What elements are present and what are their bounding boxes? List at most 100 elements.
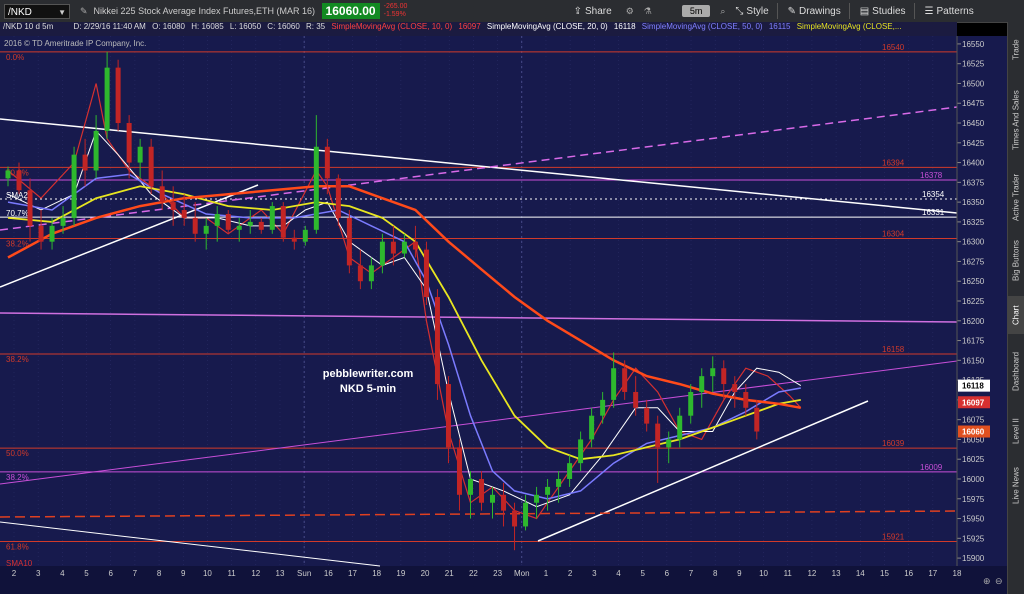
fib-price-label: 15921: [882, 532, 905, 541]
chart-label: /NKD 10 d 5m: [3, 22, 54, 31]
zoom-in-icon: ⊕: [983, 576, 991, 586]
candle-body: [203, 225, 209, 234]
time-tick-label: 13: [276, 569, 285, 578]
drawings-icon: ✎: [787, 5, 797, 17]
candle-body: [467, 478, 473, 495]
candle-body: [622, 368, 628, 392]
candle-body: [159, 186, 165, 203]
fib-price-label: 16378: [920, 171, 943, 180]
plot-background: [0, 36, 957, 566]
candle-body: [721, 368, 727, 385]
price-tag-label: 16060: [962, 428, 985, 437]
candle-body: [666, 439, 672, 448]
fib-level-label: 0.0%: [6, 53, 24, 62]
patterns-icon: ☰: [924, 5, 934, 17]
share-button[interactable]: ⇪ Share: [574, 6, 612, 17]
price-tick-label: 15950: [962, 515, 985, 524]
candle-body: [247, 221, 253, 226]
flask-icon[interactable]: ⚗: [644, 6, 652, 17]
price-tick-label: 16550: [962, 40, 985, 49]
candle-body: [291, 237, 297, 242]
price-tick-label: 15900: [962, 554, 985, 563]
sidebar-tab-active-trader[interactable]: Active Trader: [1008, 168, 1024, 226]
sma100-label: SimpleMovingAvg (CLOSE,...: [796, 22, 902, 31]
fib-level-label: 61.8%: [6, 542, 29, 551]
candle-body: [633, 391, 639, 408]
symbol-description: Nikkei 225 Stock Average Index Futures,E…: [93, 6, 315, 16]
patterns-button[interactable]: ☰ Patterns: [925, 6, 974, 17]
sidebar-tab-live-news[interactable]: Live News: [1008, 460, 1024, 512]
price-tick-label: 16225: [962, 297, 985, 306]
candle-body: [192, 217, 198, 234]
sidebar-tab-dashboard[interactable]: Dashboard: [1008, 340, 1024, 402]
price-tick-label: 16375: [962, 178, 985, 187]
bar-low: L: 16050: [229, 22, 262, 31]
time-tick-label: 16: [324, 569, 333, 578]
price-tag-label: 16118: [962, 382, 984, 391]
time-tick-label: 6: [665, 569, 670, 578]
sidebar-tab-big-buttons[interactable]: Big Buttons: [1008, 232, 1024, 290]
price-tick-label: 16425: [962, 139, 985, 148]
fib-price-label: 16394: [882, 158, 905, 167]
studies-label: Studies: [872, 5, 906, 17]
time-tick-label: 18: [372, 569, 381, 578]
link-icon[interactable]: ✎: [80, 6, 88, 17]
candle-body: [214, 213, 220, 226]
candle-body: [655, 423, 661, 448]
drawings-button[interactable]: ✎ Drawings: [788, 6, 841, 17]
candle-body: [390, 241, 396, 254]
time-tick-label: 19: [396, 569, 405, 578]
candle-body: [60, 217, 66, 226]
candle-body: [368, 265, 374, 282]
chevron-down-icon[interactable]: ▼: [58, 5, 66, 20]
settings-icon[interactable]: ⚙: [626, 6, 634, 17]
price-tick-label: 15975: [962, 495, 985, 504]
studies-button[interactable]: ▤ Studies: [860, 6, 906, 17]
candle-body: [379, 241, 385, 266]
sidebar-tab-times-and-sales[interactable]: Times And Sales: [1008, 78, 1024, 162]
price-tick-label: 16025: [962, 455, 985, 464]
sma10-label: SimpleMovingAvg (CLOSE, 10, 0): [331, 22, 453, 31]
candle-body: [479, 478, 484, 503]
candle-body: [313, 146, 319, 230]
price-tick-label: 16000: [962, 475, 985, 484]
sidebar-tab-trade[interactable]: Trade: [1008, 28, 1024, 72]
sidebar-tab-chart[interactable]: Chart: [1008, 296, 1024, 334]
timeframe-selector[interactable]: 5m: [681, 5, 711, 17]
time-tick-label: 13: [832, 569, 841, 578]
chart-info-bar: /NKD 10 d 5m D: 2/29/16 11:40 AM O: 1608…: [0, 22, 957, 36]
price-tick-label: 16450: [962, 119, 985, 128]
candle-body: [743, 391, 749, 408]
candle-body: [699, 376, 705, 392]
candle-body: [523, 502, 529, 527]
candle-body: [434, 297, 440, 385]
price-tick-label: 16250: [962, 277, 985, 286]
time-tick-label: 4: [616, 569, 621, 578]
candle-body: [501, 494, 507, 511]
time-tick-label: 7: [133, 569, 138, 578]
style-button[interactable]: ⤡ Style: [735, 6, 768, 17]
style-icon: ⤡: [735, 5, 744, 17]
price-chart[interactable]: 0.0%1654050.0%163941637838.2%1630438.2%1…: [0, 36, 1008, 594]
candle-body: [412, 241, 418, 250]
candle-body: [236, 225, 242, 230]
time-tick-label: 7: [689, 569, 694, 578]
search-zoom-icon[interactable]: ⌕: [720, 6, 725, 17]
sma10-value: 16097: [458, 22, 481, 31]
bar-open: O: 16080: [152, 22, 185, 31]
annotation-caption: NKD 5-min: [340, 383, 397, 395]
candle-body: [280, 206, 286, 238]
sma50-label: SimpleMovingAvg (CLOSE, 50, 0): [641, 22, 763, 31]
symbol-input[interactable]: /NKD ▼: [4, 3, 70, 20]
candle-body: [49, 225, 55, 242]
share-icon: ⇪: [573, 5, 582, 17]
zoom-out-icon: ⊖: [995, 576, 1003, 586]
candle-body: [445, 384, 451, 448]
sidebar-tab-level-ii[interactable]: Level II: [1008, 408, 1024, 454]
candle-body: [556, 478, 562, 487]
time-tick-label: Sun: [297, 569, 311, 578]
price-tag-label: 16097: [962, 398, 985, 407]
price-tick-label: 16350: [962, 198, 985, 207]
white-level-label: 70.7%: [6, 209, 29, 218]
price-tick-label: 16500: [962, 79, 985, 88]
